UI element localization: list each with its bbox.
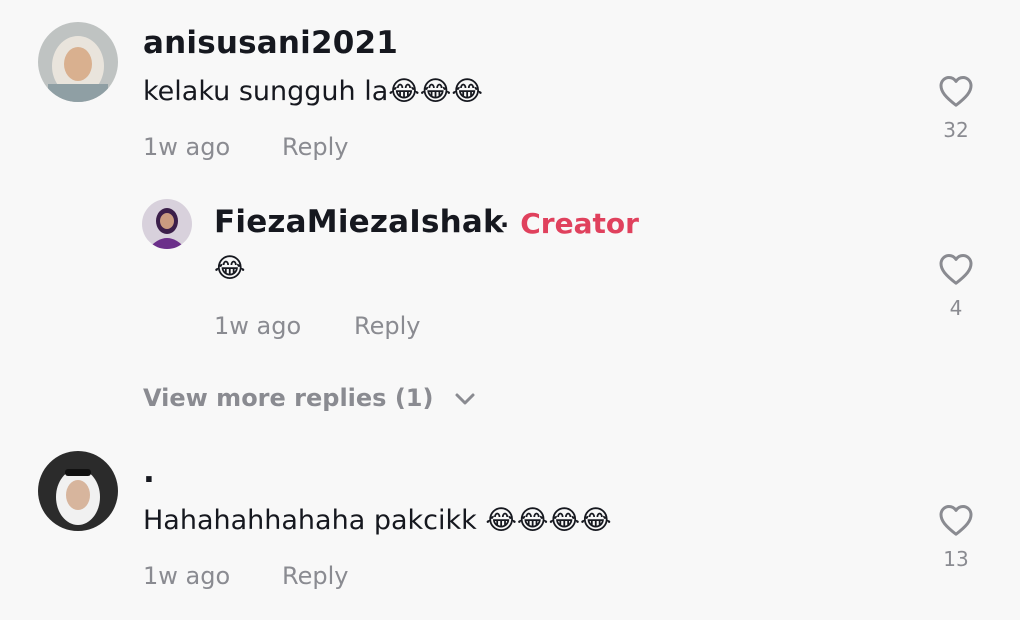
separator-dot: · [500, 211, 510, 239]
heart-outline-icon [939, 505, 973, 536]
view-more-label: View more replies (1) [143, 384, 434, 412]
comment-text: 😂 [214, 253, 246, 284]
like-count: 13 [943, 547, 969, 571]
view-more-replies-button[interactable]: View more replies (1) [143, 384, 476, 412]
like-count: 4 [949, 296, 963, 320]
chevron-down-icon [455, 393, 475, 405]
like-button[interactable]: 4 [926, 252, 986, 320]
reply-button[interactable]: Reply [282, 133, 348, 161]
avatar[interactable] [38, 451, 118, 531]
avatar[interactable] [142, 199, 192, 249]
reply-button[interactable]: Reply [354, 312, 420, 340]
comment-text: Hahahahhahaha pakcikk 😂😂😂😂 [143, 505, 612, 536]
like-button[interactable]: 13 [926, 503, 986, 571]
comment-text: kelaku sungguh la😂😂😂 [143, 76, 483, 107]
like-button[interactable]: 32 [926, 74, 986, 142]
creator-badge: Creator [520, 207, 639, 240]
avatar[interactable] [38, 22, 118, 102]
username[interactable]: FiezaMiezaIshak [214, 204, 504, 240]
timestamp: 1w ago [143, 133, 231, 161]
heart-outline-icon [939, 254, 973, 285]
username[interactable]: anisusani2021 [143, 25, 398, 61]
like-count: 32 [943, 118, 969, 142]
timestamp: 1w ago [214, 312, 302, 340]
reply-button[interactable]: Reply [282, 562, 348, 590]
creator-label-group: · Creator [500, 207, 639, 240]
username[interactable]: · [143, 462, 155, 498]
heart-outline-icon [939, 76, 973, 107]
timestamp: 1w ago [143, 562, 231, 590]
